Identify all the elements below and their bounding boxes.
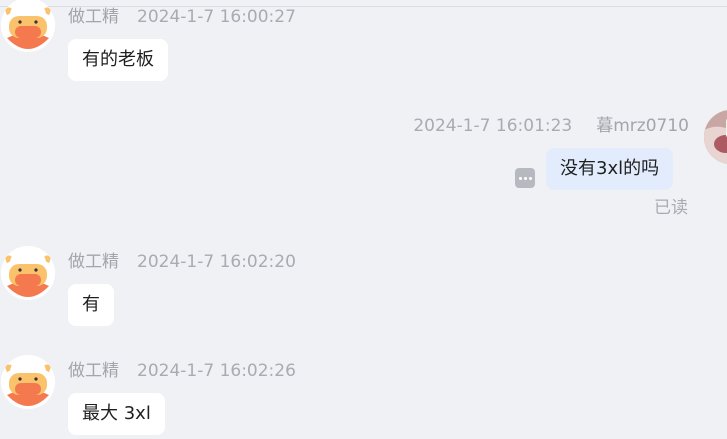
message-time: 2024-1-7 16:02:20 (137, 252, 296, 272)
contact-avatar[interactable] (1, 246, 55, 300)
message-meta: 做工精 2024-1-7 16:02:26 (68, 356, 296, 381)
photo-avatar-icon (704, 110, 727, 164)
message-bubble[interactable]: 最大 3xl (68, 393, 165, 435)
message-bubble[interactable]: 有 (68, 284, 114, 326)
sender-name: 暮mrz0710 (596, 116, 689, 136)
message-bubble[interactable]: 没有3xl的吗 (546, 148, 674, 190)
message-time: 2024-1-7 16:00:27 (137, 7, 296, 27)
cow-avatar-icon (1, 246, 55, 300)
self-avatar[interactable] (704, 110, 727, 164)
message-meta: 做工精 2024-1-7 16:02:20 (68, 247, 296, 272)
contact-avatar[interactable] (1, 0, 55, 52)
more-dots-icon[interactable] (515, 168, 535, 188)
message-meta: 做工精 2024-1-7 16:00:27 (68, 2, 296, 27)
cow-avatar-icon (1, 0, 55, 52)
message-bubble[interactable]: 有的老板 (68, 39, 168, 81)
message-time: 2024-1-7 16:02:26 (137, 361, 296, 381)
message-time: 2024-1-7 16:01:23 (413, 116, 573, 136)
message-meta: 2024-1-7 16:01:23 暮mrz0710 (413, 111, 689, 136)
sender-name: 做工精 (68, 7, 119, 27)
sender-name: 做工精 (68, 361, 119, 381)
chat-panel: 做工精 2024-1-7 16:00:27 有的老板 2024-1-7 16:01… (0, 0, 727, 439)
read-status: 已读 (654, 198, 688, 218)
cow-avatar-icon (1, 355, 55, 409)
sender-name: 做工精 (68, 252, 119, 272)
contact-avatar[interactable] (1, 355, 55, 409)
